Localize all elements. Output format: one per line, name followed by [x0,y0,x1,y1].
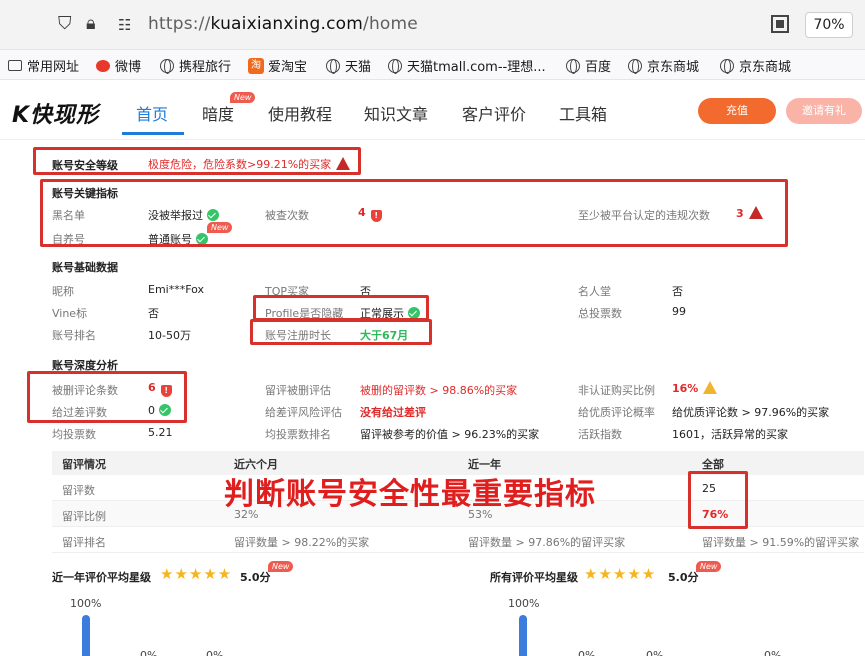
globe-icon [628,58,642,74]
nonverified-label: 非认证购买比例 [578,384,655,397]
bookmark-item[interactable]: 京东商城 [628,56,699,75]
annotation-text: 判断账号安全性最重要指标 [224,477,596,512]
cell: 留评数量 > 91.59%的留评买家 [702,536,860,549]
hall-of-fame-value: 否 [672,285,683,298]
avg-votes-label: 均投票数 [52,428,96,441]
row-label: 留评数 [62,484,95,497]
site-logo[interactable]: K快现形 [12,97,99,129]
globe-icon [326,58,340,74]
new-badge: New [230,92,256,103]
highlight-box [688,471,748,529]
cell: 留评数量 > 98.22%的买家 [234,536,370,549]
activity-value: 1601，活跃异常的买家 [672,428,788,441]
chart-zero-label: 0% [206,649,224,656]
chart-y-top-label: 100% [508,597,540,610]
nav-toolbox[interactable]: 工具箱 [559,101,607,125]
nav-articles[interactable]: 知识文章 [364,101,428,125]
shield-icon[interactable]: ⛉ [58,13,72,34]
col-header: 留评情况 [62,458,106,471]
activity-label: 活跃指数 [578,428,622,441]
col-header: 全部 [702,458,724,471]
rating-bar [519,615,527,656]
highlight-box [253,295,429,321]
bookmark-item[interactable]: 微博 [96,56,141,75]
url-field[interactable]: https://kuaixianxing.com/home [148,14,418,34]
folder-icon [8,60,22,71]
nav-active-indicator [122,132,184,135]
table-row: 留评排名 留评数量 > 98.22%的买家 留评数量 > 97.86%的留评买家… [52,527,864,553]
vine-value: 否 [148,307,159,320]
all-rating-score: 5.0分 [668,571,699,584]
account-rank-value: 10-50万 [148,329,191,342]
warning-icon [703,381,718,394]
invite-button[interactable]: 邀请有礼 [786,98,862,124]
nav-home[interactable]: 首页 [136,101,168,125]
avg-votes-value: 5.21 [148,426,173,439]
globe-icon [388,58,402,74]
star-rating-icon: ★★★★★ [160,565,233,583]
chart-y-top-label: 100% [70,597,102,610]
total-votes-label: 总投票数 [578,307,622,320]
highlight-box [27,371,187,423]
hall-of-fame-label: 名人堂 [578,285,611,298]
all-rating-label: 所有评价平均星级 [490,571,578,584]
total-votes-value: 99 [672,305,686,318]
bookmark-item[interactable]: 京东商城 [720,56,791,75]
recharge-button[interactable]: 充值 [698,98,776,124]
taobao-icon: 淘 [248,57,264,74]
nav-dark[interactable]: 暗度 [202,101,234,125]
weibo-icon [96,59,110,72]
nonverified-value: 16% [672,381,718,395]
nav-reviews[interactable]: 客户评价 [462,101,526,125]
zoom-level[interactable]: 70% [805,12,853,38]
nickname-label: 昵称 [52,285,74,298]
deleted-eval-value: 被删的留评数 > 98.86%的买家 [360,384,518,397]
star-rating-icon: ★★★★★ [584,565,657,583]
browser-address-bar: ⛉ 🔒︎ ☷ https://kuaixianxing.com/home 70% [0,0,865,50]
bookmarks-bar: 常用网址 微博 携程旅行 淘爱淘宝 天猫 天猫tmall.com--理想... … [0,50,865,80]
account-rank-label: 账号排名 [52,329,96,342]
bookmark-item[interactable]: 百度 [566,56,611,75]
globe-icon [160,58,174,74]
vine-label: Vine标 [52,307,88,320]
bookmark-item[interactable]: 天猫tmall.com--理想... [388,56,546,75]
avg-votes-rank-value: 留评被参考的价值 > 96.23%的买家 [360,428,540,441]
chart-zero-label: 0% [140,649,158,656]
account-report: 账号安全等级 极度危险，危险系数>99.21%的买家 账号关键指标 黑名单 没被… [0,141,865,656]
highlight-box [250,319,432,345]
new-badge: New [696,561,722,572]
highlight-box [40,179,788,247]
nickname-value: Emi***Fox [148,283,205,296]
bookmark-item[interactable]: 常用网址 [8,56,79,75]
bookmark-item[interactable]: 淘爱淘宝 [248,56,307,75]
rating-bar [82,615,90,656]
lock-icon[interactable]: 🔒︎ [86,13,96,34]
deleted-eval-label: 留评被删评估 [265,384,331,397]
bookmark-item[interactable]: 携程旅行 [160,56,231,75]
avg-votes-rank-label: 均投票数排名 [265,428,331,441]
basic-data-title: 账号基础数据 [52,261,118,274]
quality-review-label: 给优质评论概率 [578,406,655,419]
permissions-icon[interactable]: ☷ [118,16,131,34]
negative-risk-label: 给差评风险评估 [265,406,342,419]
globe-icon [566,58,580,74]
bookmark-item[interactable]: 天猫 [326,56,371,75]
chart-zero-label: 0% [578,649,596,656]
cell: 留评数量 > 97.86%的留评买家 [468,536,626,549]
negative-risk-value: 没有给过差评 [360,406,426,419]
highlight-box [33,147,361,175]
globe-icon [720,58,734,74]
row-label: 留评排名 [62,536,106,549]
qr-code-icon[interactable] [771,15,789,33]
chart-zero-label: 0% [646,649,664,656]
year-rating-score: 5.0分 [240,571,271,584]
chart-zero-label: 0% [764,649,782,656]
quality-review-value: 给优质评论数 > 97.96%的买家 [672,406,830,419]
nav-tutorial[interactable]: 使用教程 [268,101,332,125]
row-label: 留评比例 [62,510,106,523]
new-badge: New [268,561,294,572]
year-rating-label: 近一年评价平均星级 [52,571,151,584]
